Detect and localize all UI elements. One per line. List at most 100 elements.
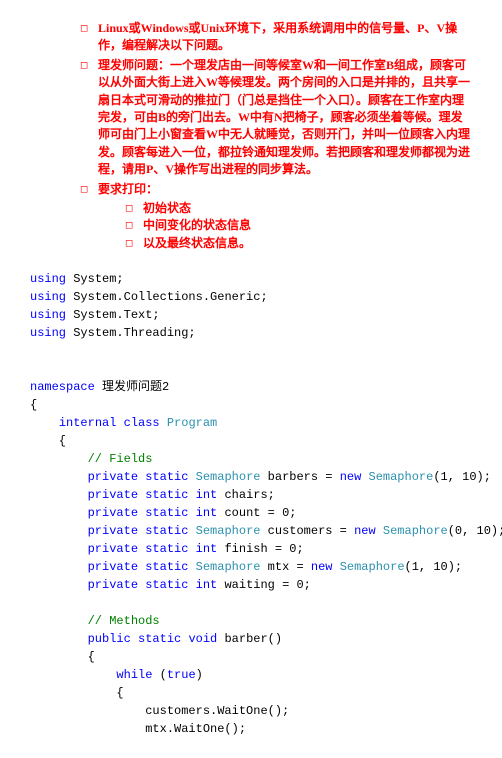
code-keyword: new: [311, 560, 333, 574]
sub-bullet-text: 以及最终状态信息。: [143, 235, 251, 252]
code-keyword: int: [196, 506, 218, 520]
code-keyword: private: [88, 542, 138, 556]
code-keyword: using: [30, 326, 66, 340]
code-text: finish = 0;: [217, 542, 303, 556]
code-text: [30, 488, 88, 502]
sub-bullet-text: 中间变化的状态信息: [143, 217, 251, 234]
code-keyword: static: [145, 524, 188, 538]
code-keyword: using: [30, 290, 66, 304]
code-text: [188, 470, 195, 484]
code-text: customers =: [260, 524, 354, 538]
code-text: (1, 10);: [433, 470, 491, 484]
code-keyword: class: [124, 416, 160, 430]
code-text: [30, 506, 88, 520]
code-text: [30, 470, 88, 484]
code-keyword: new: [354, 524, 376, 538]
code-keyword: true: [167, 668, 196, 682]
code-text: [30, 524, 88, 538]
code-keyword: private: [88, 470, 138, 484]
sub-bullet-item: ◻ 以及最终状态信息。: [125, 235, 472, 252]
code-class: Semaphore: [196, 560, 261, 574]
code-keyword: int: [196, 488, 218, 502]
code-keyword: namespace: [30, 380, 95, 394]
code-text: barber(): [217, 632, 282, 646]
code-keyword: int: [196, 542, 218, 556]
code-text: {: [30, 434, 66, 448]
code-text: ): [196, 668, 203, 682]
bullet-square-icon: ◻: [125, 200, 143, 217]
code-text: chairs;: [217, 488, 275, 502]
code-text: [361, 470, 368, 484]
bullet-square-icon: ◻: [125, 235, 143, 252]
code-text: {: [30, 686, 124, 700]
code-text: [30, 416, 59, 430]
document-page: ◻ Linux或Windows或Unix环境下，采用系统调用中的信号量、P、V操…: [0, 0, 502, 758]
code-text: waiting = 0;: [217, 578, 311, 592]
code-text: [188, 524, 195, 538]
code-text: count = 0;: [217, 506, 296, 520]
code-keyword: void: [188, 632, 217, 646]
code-text: [333, 560, 340, 574]
code-keyword: static: [145, 542, 188, 556]
code-keyword: static: [145, 470, 188, 484]
code-text: [30, 542, 88, 556]
code-class: Semaphore: [196, 524, 261, 538]
code-text: [116, 416, 123, 430]
code-text: [376, 524, 383, 538]
code-keyword: int: [196, 578, 218, 592]
code-text: System.Collections.Generic;: [66, 290, 268, 304]
code-comment: // Methods: [30, 614, 160, 628]
code-keyword: private: [88, 560, 138, 574]
code-text: [188, 578, 195, 592]
bullet-square-icon: ◻: [125, 217, 143, 234]
code-keyword: private: [88, 524, 138, 538]
bullet-text: Linux或Windows或Unix环境下，采用系统调用中的信号量、P、V操作，…: [98, 20, 472, 55]
bullet-square-icon: ◻: [80, 57, 98, 179]
code-keyword: static: [145, 506, 188, 520]
code-class: Semaphore: [196, 470, 261, 484]
code-keyword: while: [116, 668, 152, 682]
code-text: [30, 632, 88, 646]
code-class: Semaphore: [340, 560, 405, 574]
code-text: [188, 488, 195, 502]
code-keyword: static: [145, 560, 188, 574]
code-text: [30, 578, 88, 592]
code-text: mtx =: [260, 560, 310, 574]
code-text: [188, 560, 195, 574]
code-keyword: private: [88, 488, 138, 502]
code-text: System.Threading;: [66, 326, 196, 340]
bullet-item: ◻ 要求打印：: [80, 181, 472, 198]
bullet-item: ◻ 理发师问题：一个理发店由一间等候室W和一间工作室B组成，顾客可以从外面大街上…: [80, 57, 472, 179]
code-text: System;: [66, 272, 124, 286]
code-text: {: [30, 398, 37, 412]
code-text: {: [30, 650, 95, 664]
code-text: (1, 10);: [405, 560, 463, 574]
code-text: mtx.WaitOne();: [30, 722, 246, 736]
code-text: customers.WaitOne();: [30, 704, 289, 718]
code-class: Semaphore: [383, 524, 448, 538]
bullet-item: ◻ Linux或Windows或Unix环境下，采用系统调用中的信号量、P、V操…: [80, 20, 472, 55]
code-block: using System; using System.Collections.G…: [30, 270, 472, 738]
code-text: [30, 560, 88, 574]
code-text: (0, 10);: [448, 524, 502, 538]
code-keyword: static: [145, 488, 188, 502]
code-text: [131, 632, 138, 646]
bullet-text: 要求打印：: [98, 181, 472, 198]
code-comment: // Fields: [30, 452, 152, 466]
code-text: 理发师问题2: [95, 380, 169, 394]
sub-bullet-item: ◻ 初始状态: [125, 200, 472, 217]
code-keyword: private: [88, 506, 138, 520]
requirements-list: ◻ Linux或Windows或Unix环境下，采用系统调用中的信号量、P、V操…: [30, 20, 472, 252]
code-keyword: new: [340, 470, 362, 484]
code-text: [188, 506, 195, 520]
code-keyword: static: [138, 632, 181, 646]
code-keyword: using: [30, 272, 66, 286]
code-keyword: static: [145, 578, 188, 592]
sub-bullet-item: ◻ 中间变化的状态信息: [125, 217, 472, 234]
bullet-square-icon: ◻: [80, 20, 98, 55]
bullet-square-icon: ◻: [80, 181, 98, 198]
sub-list: ◻ 初始状态 ◻ 中间变化的状态信息 ◻ 以及最终状态信息。: [80, 200, 472, 252]
code-text: [160, 416, 167, 430]
code-keyword: using: [30, 308, 66, 322]
bullet-text: 理发师问题：一个理发店由一间等候室W和一间工作室B组成，顾客可以从外面大街上进入…: [98, 57, 472, 179]
